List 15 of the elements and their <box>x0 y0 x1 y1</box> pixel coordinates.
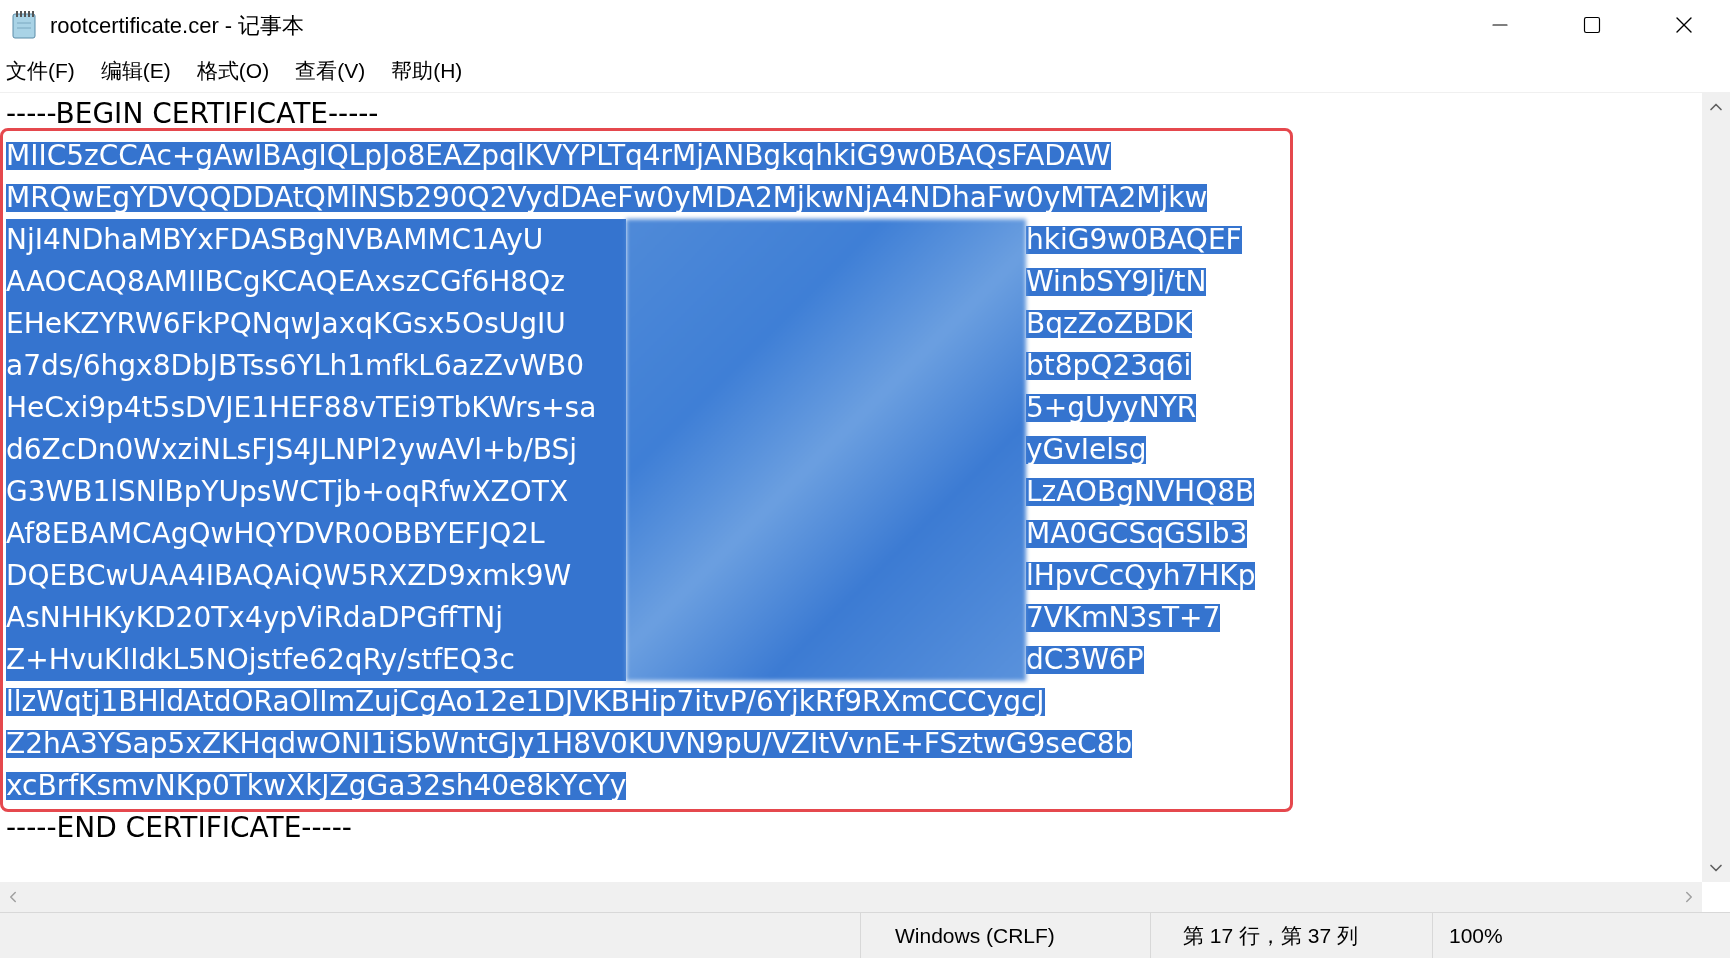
line-ending-status: Windows (CRLF) <box>895 922 1055 949</box>
menu-item[interactable]: 文件(F) <box>4 55 77 87</box>
notepad-icon <box>10 10 38 40</box>
menu-item[interactable]: 查看(V) <box>293 55 368 87</box>
window-title: rootcertificate.cer - 记事本 <box>50 11 305 40</box>
text-line: -----BEGIN CERTIFICATE----- <box>6 100 379 128</box>
cursor-position-status: 第 17 行，第 37 列 <box>1183 922 1359 949</box>
vertical-scrollbar[interactable] <box>1702 93 1730 882</box>
zoom-status: 100% <box>1449 922 1503 949</box>
menu-item[interactable]: 帮助(H) <box>389 55 465 87</box>
text-line: -----END CERTIFICATE----- <box>6 814 352 842</box>
horizontal-scrollbar[interactable] <box>0 882 1702 912</box>
maximize-icon[interactable] <box>1582 15 1602 35</box>
menu-item[interactable]: 编辑(E) <box>98 55 173 87</box>
menu-item[interactable]: 格式(O) <box>194 55 272 87</box>
